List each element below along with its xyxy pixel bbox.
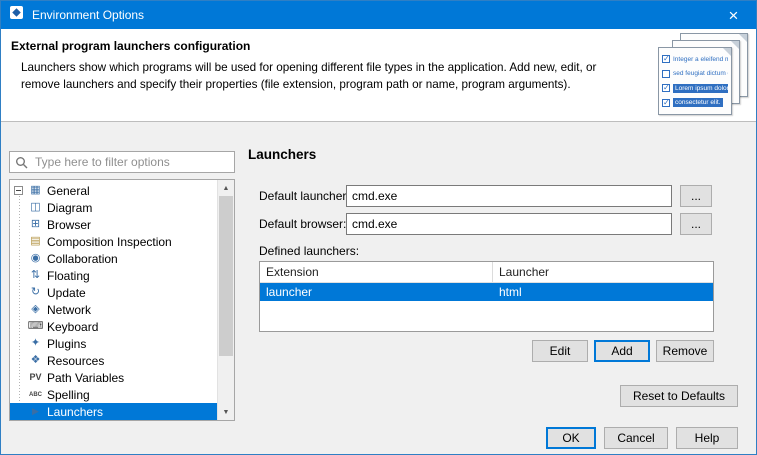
- doc-line: sed feugiat dictum et.: [662, 68, 728, 80]
- update-icon: [28, 287, 43, 298]
- tree-item-label: Collaboration: [47, 252, 118, 266]
- page-front-icon: Integer a eleifend mollis sed feugiat di…: [658, 47, 732, 115]
- ok-button[interactable]: OK: [546, 427, 596, 449]
- checkbox-checked-icon: [662, 55, 670, 63]
- browser-icon: [28, 219, 43, 230]
- options-tree: General Diagram Browser Composition Insp…: [9, 179, 235, 421]
- table-row[interactable]: launcher html: [260, 283, 713, 301]
- filter-input[interactable]: [33, 154, 229, 170]
- titlebar: Environment Options: [1, 1, 756, 29]
- keyboard-icon: [28, 321, 43, 332]
- doc-line-label: Lorem ipsum dolor: [673, 84, 728, 93]
- column-header-extension[interactable]: Extension: [260, 262, 493, 282]
- tree-item-path-variables[interactable]: Path Variables: [10, 369, 217, 386]
- tree-item-label: Launchers: [47, 405, 103, 419]
- window-title: Environment Options: [32, 8, 144, 22]
- default-browser-input[interactable]: [346, 213, 672, 235]
- remove-button[interactable]: Remove: [656, 340, 714, 362]
- tree-item-label: General: [47, 184, 90, 198]
- dialog-body: General Diagram Browser Composition Insp…: [1, 122, 756, 454]
- tree-item-label: Floating: [47, 269, 90, 283]
- tree-item-floating[interactable]: Floating: [10, 267, 217, 284]
- checkbox-checked-icon: [662, 84, 670, 92]
- tree-item-label: Resources: [47, 354, 104, 368]
- app-icon: [9, 5, 24, 25]
- default-launcher-input[interactable]: [346, 185, 672, 207]
- close-icon: [729, 7, 739, 24]
- default-launcher-label: Default launcher:: [259, 189, 350, 203]
- doc-line-label: consectetur elit.: [673, 98, 723, 107]
- default-browser-label: Default browser:: [259, 217, 346, 231]
- dialog-header: External program launchers configuration…: [1, 29, 756, 122]
- tree-item-composition-inspection[interactable]: Composition Inspection: [10, 233, 217, 250]
- general-icon: [28, 185, 43, 196]
- tree-item-general[interactable]: General: [10, 182, 217, 199]
- edit-button[interactable]: Edit: [532, 340, 588, 362]
- help-button[interactable]: Help: [676, 427, 738, 449]
- collapse-toggle-icon[interactable]: [14, 186, 23, 195]
- cell-extension: launcher: [260, 283, 493, 301]
- tree-item-label: Plugins: [47, 337, 86, 351]
- tree-item-label: Diagram: [47, 201, 92, 215]
- spelling-icon: [28, 392, 43, 398]
- path-variables-icon: [28, 373, 43, 382]
- tree-item-keyboard[interactable]: Keyboard: [10, 318, 217, 335]
- resources-icon: [28, 355, 43, 366]
- tree-item-label: Network: [47, 303, 91, 317]
- doc-line-label: sed feugiat dictum et.: [673, 70, 728, 77]
- checkbox-empty-icon: [662, 70, 670, 78]
- tree-item-browser[interactable]: Browser: [10, 216, 217, 233]
- environment-options-dialog: Environment Options External program lau…: [0, 0, 757, 455]
- doc-line: consectetur elit.: [662, 97, 728, 109]
- section-description: Launchers show which programs will be us…: [21, 60, 633, 94]
- defined-launchers-table: Extension Launcher launcher html: [259, 261, 714, 332]
- launchers-icon: [28, 407, 43, 416]
- tree-item-plugins[interactable]: Plugins: [10, 335, 217, 352]
- scroll-thumb[interactable]: [219, 196, 233, 356]
- tree-item-diagram[interactable]: Diagram: [10, 199, 217, 216]
- panel-title: Launchers: [248, 147, 316, 162]
- checkbox-checked-icon: [662, 99, 670, 107]
- section-title: External program launchers configuration: [11, 39, 250, 53]
- cancel-button[interactable]: Cancel: [604, 427, 668, 449]
- default-browser-browse-button[interactable]: ...: [680, 213, 712, 235]
- add-button[interactable]: Add: [594, 340, 650, 362]
- close-button[interactable]: [711, 1, 756, 29]
- doc-line-label: Integer a eleifend mollis: [673, 56, 728, 63]
- plugins-icon: [28, 338, 43, 349]
- tree-item-label: Path Variables: [47, 371, 124, 385]
- tree-item-collaboration[interactable]: Collaboration: [10, 250, 217, 267]
- launchers-illustration: Integer a eleifend mollis sed feugiat di…: [648, 33, 748, 121]
- network-icon: [28, 304, 43, 315]
- tree-scrollbar[interactable]: [217, 180, 234, 420]
- doc-line: Integer a eleifend mollis: [662, 53, 728, 65]
- tree-item-label: Spelling: [47, 388, 90, 402]
- tree-list: General Diagram Browser Composition Insp…: [10, 182, 217, 420]
- filter-box: [9, 151, 235, 173]
- tree-item-spelling[interactable]: Spelling: [10, 386, 217, 403]
- table-header: Extension Launcher: [260, 262, 713, 283]
- cell-launcher: html: [493, 283, 713, 301]
- default-launcher-browse-button[interactable]: ...: [680, 185, 712, 207]
- column-header-launcher[interactable]: Launcher: [493, 262, 713, 282]
- search-icon: [15, 156, 28, 169]
- tree-item-update[interactable]: Update: [10, 284, 217, 301]
- tree-item-launchers[interactable]: Launchers: [10, 403, 217, 420]
- tree-item-label: Browser: [47, 218, 91, 232]
- tree-item-label: Keyboard: [47, 320, 98, 334]
- doc-line: Lorem ipsum dolor: [662, 82, 728, 94]
- scroll-down-icon[interactable]: [218, 404, 234, 420]
- defined-launchers-label: Defined launchers:: [259, 244, 359, 258]
- collaboration-icon: [28, 253, 43, 264]
- tree-item-resources[interactable]: Resources: [10, 352, 217, 369]
- tree-item-label: Update: [47, 286, 86, 300]
- tree-item-network[interactable]: Network: [10, 301, 217, 318]
- diagram-icon: [28, 202, 43, 213]
- reset-to-defaults-button[interactable]: Reset to Defaults: [620, 385, 738, 407]
- scroll-up-icon[interactable]: [218, 180, 234, 196]
- tree-item-label: Composition Inspection: [47, 235, 172, 249]
- floating-icon: [28, 270, 43, 281]
- composition-inspection-icon: [28, 236, 43, 247]
